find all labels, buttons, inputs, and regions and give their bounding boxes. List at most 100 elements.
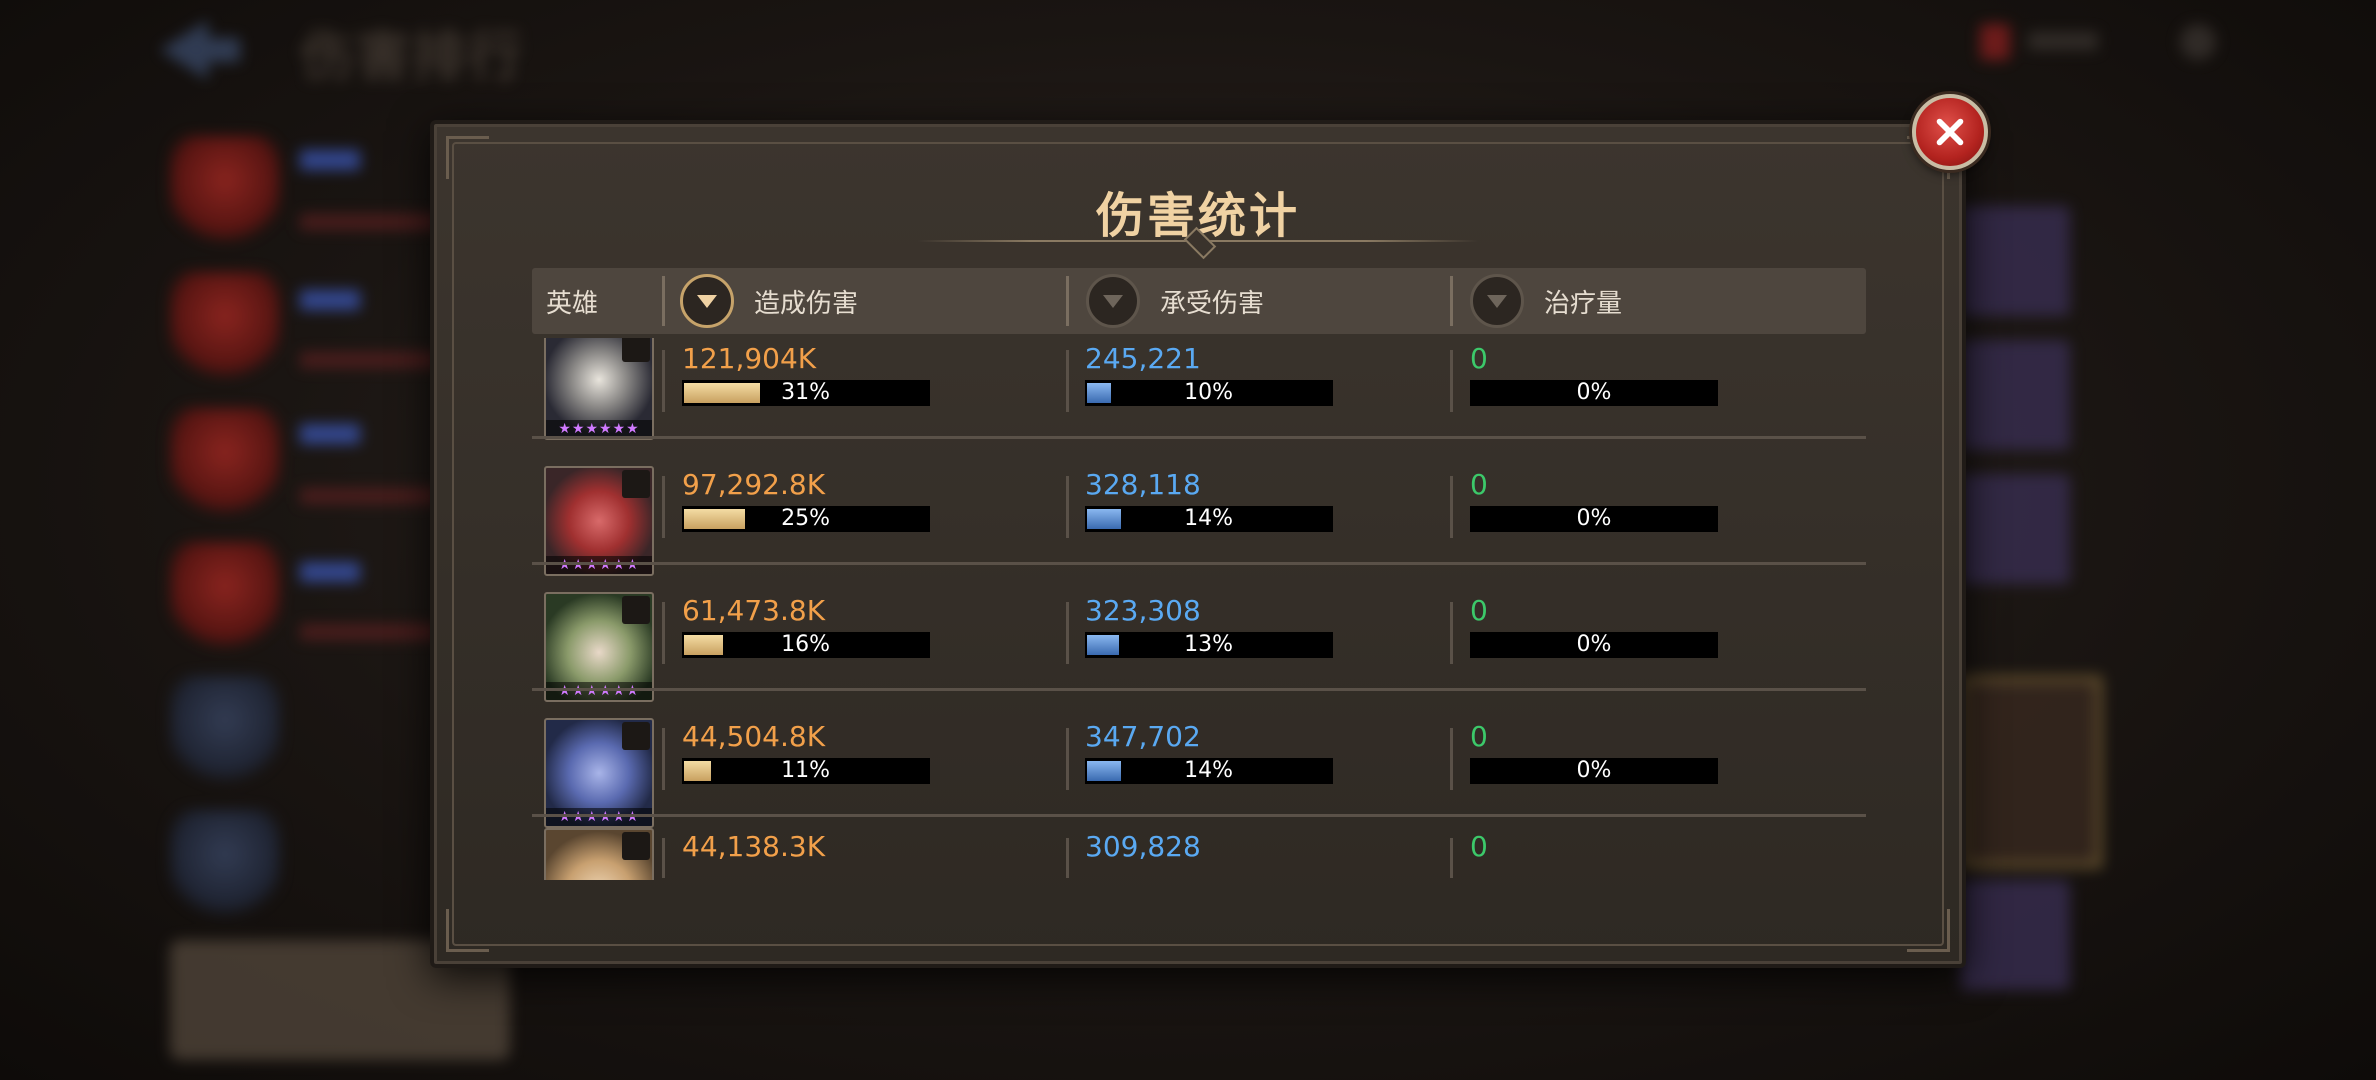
damage-taken-value: 309,828: [1085, 830, 1201, 863]
damage-dealt-percent: 11%: [781, 758, 830, 783]
corner-ornament: [1907, 909, 1950, 952]
hero-row: ★★★★★★ 44,504.8K 11% 347,702 14% 0 0%: [532, 716, 1866, 838]
damage-taken-percent: 14%: [1184, 506, 1233, 531]
column-divider: [662, 476, 665, 538]
bg-hero-bar: [300, 352, 440, 368]
damage-dealt-percent: 25%: [781, 506, 830, 531]
hero-row: 44,138.3K 309,828 0: [532, 826, 1866, 880]
sort-taken-button[interactable]: [1086, 274, 1140, 328]
stats-table-body[interactable]: ★★★★★★ 121,904K 31% 245,221 10% 0 0% ★★★…: [532, 338, 1866, 880]
damage-taken-percent: 13%: [1184, 632, 1233, 657]
header-damage-dealt-label: 造成伤害: [754, 288, 859, 319]
damage-dealt-bar: 11%: [682, 758, 930, 784]
healing-percent: 0%: [1576, 758, 1612, 783]
column-divider: [1450, 838, 1453, 878]
sort-down-icon: [697, 295, 717, 308]
hero-avatar[interactable]: [544, 828, 654, 880]
row-divider: [532, 562, 1866, 565]
stats-table-header: 英雄 造成伤害 承受伤害 治疗量: [532, 268, 1866, 334]
damage-taken-value: 328,118: [1085, 468, 1201, 501]
resource-icon: [1980, 24, 2010, 60]
column-divider: [1066, 476, 1069, 538]
column-divider: [1066, 350, 1069, 412]
bg-hero-name: [300, 562, 360, 582]
header-healing[interactable]: 治疗量: [1470, 268, 1622, 334]
bg-hero-portrait: [170, 272, 280, 382]
star-rating: ★★★★★★: [546, 682, 652, 700]
row-divider: [532, 814, 1866, 817]
class-icon: [622, 338, 650, 362]
bg-card: [1960, 340, 2070, 450]
damage-taken-bar: 10%: [1085, 380, 1333, 406]
damage-dealt-bar: 31%: [682, 380, 930, 406]
close-button[interactable]: [1912, 94, 1988, 170]
header-healing-label: 治疗量: [1544, 288, 1623, 319]
sort-healing-button[interactable]: [1470, 274, 1524, 328]
column-divider: [1066, 728, 1069, 790]
back-arrow-icon: [160, 20, 240, 80]
row-divider: [532, 436, 1866, 439]
column-divider: [1450, 476, 1453, 538]
column-divider: [662, 350, 665, 412]
healing-bar: 0%: [1470, 632, 1718, 658]
healing-value: 0: [1470, 468, 1488, 501]
damage-dealt-value: 121,904K: [682, 342, 817, 375]
corner-ornament: [446, 909, 489, 952]
column-divider: [1066, 838, 1069, 878]
bg-hero-portrait: [170, 542, 280, 652]
column-divider: [1450, 602, 1453, 664]
healing-value: 0: [1470, 720, 1488, 753]
sort-dealt-button[interactable]: [680, 274, 734, 328]
damage-taken-percent: 10%: [1184, 380, 1233, 405]
damage-dealt-value: 97,292.8K: [682, 468, 826, 501]
column-divider: [1450, 350, 1453, 412]
hero-avatar[interactable]: ★★★★★★: [544, 718, 654, 828]
hero-row: ★★★★★★ 121,904K 31% 245,221 10% 0 0%: [532, 338, 1866, 460]
bg-card: [1960, 474, 2070, 584]
damage-taken-value: 245,221: [1085, 342, 1201, 375]
healing-bar: 0%: [1470, 506, 1718, 532]
damage-taken-percent: 14%: [1184, 758, 1233, 783]
damage-dealt-percent: 31%: [781, 380, 830, 405]
damage-taken-bar: 14%: [1085, 758, 1333, 784]
star-rating: ★★★★★★: [546, 808, 652, 826]
corner-ornament: [446, 136, 489, 179]
column-divider: [662, 838, 665, 878]
bg-hero-portrait: [170, 810, 280, 920]
column-divider: [1066, 602, 1069, 664]
resource-value: [2028, 32, 2098, 50]
close-icon: [1936, 118, 1964, 146]
sort-down-icon: [1103, 295, 1123, 308]
hero-row: ★★★★★★ 61,473.8K 16% 323,308 13% 0 0%: [532, 590, 1866, 712]
background-page-title: 伤害排行: [300, 25, 524, 88]
damage-taken-bar: 13%: [1085, 632, 1333, 658]
header-divider: [662, 276, 665, 326]
hero-avatar[interactable]: ★★★★★★: [544, 592, 654, 702]
header-damage-taken-label: 承受伤害: [1160, 288, 1265, 319]
hero-avatar[interactable]: ★★★★★★: [544, 466, 654, 576]
class-icon: [622, 722, 650, 750]
damage-taken-bar: 14%: [1085, 506, 1333, 532]
damage-dealt-bar: 16%: [682, 632, 930, 658]
bg-hero-portrait: [170, 408, 280, 518]
star-rating: ★★★★★★: [546, 556, 652, 574]
sort-down-icon: [1487, 295, 1507, 308]
header-divider: [1066, 276, 1069, 326]
header-hero: 英雄: [546, 288, 599, 319]
column-divider: [662, 728, 665, 790]
healing-bar: 0%: [1470, 380, 1718, 406]
column-divider: [1450, 728, 1453, 790]
damage-dealt-bar: 25%: [682, 506, 930, 532]
bg-hero-bar: [300, 488, 440, 504]
damage-dealt-value: 44,138.3K: [682, 830, 826, 863]
header-damage-taken[interactable]: 承受伤害: [1086, 268, 1264, 334]
hero-avatar[interactable]: ★★★★★★: [544, 338, 654, 440]
row-divider: [532, 688, 1866, 691]
bg-hero-name: [300, 290, 360, 310]
bg-hero-bar: [300, 624, 440, 640]
header-divider: [1450, 276, 1453, 326]
healing-percent: 0%: [1576, 380, 1612, 405]
class-icon: [622, 832, 650, 860]
header-damage-dealt[interactable]: 造成伤害: [680, 268, 858, 334]
bg-card-selected: [1960, 676, 2102, 868]
